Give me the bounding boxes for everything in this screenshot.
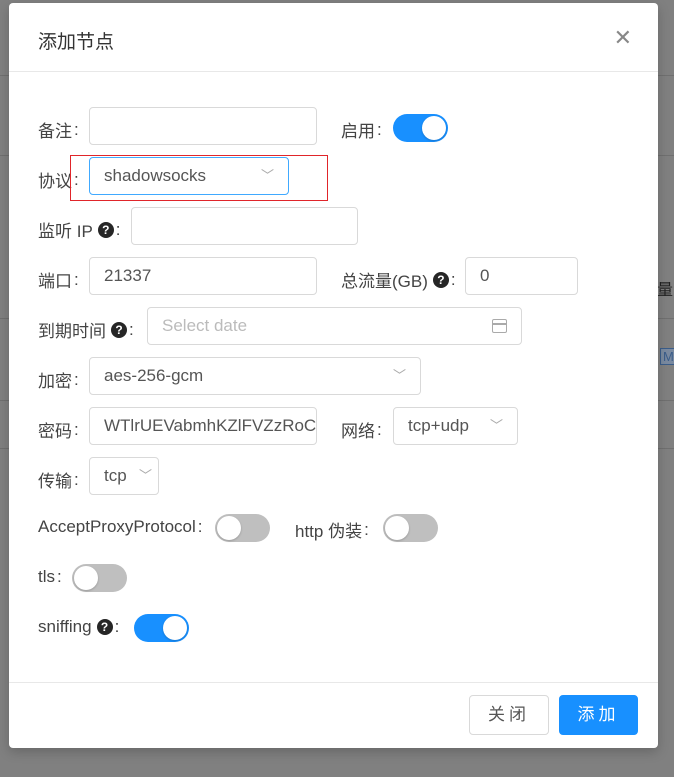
enable-label: 启用:	[341, 119, 382, 142]
switch-knob	[422, 116, 446, 140]
port-label: 端口:	[38, 269, 79, 292]
transport-select[interactable]: tcp ﹀	[89, 457, 159, 495]
background-tag: M	[660, 348, 674, 365]
question-circle-icon[interactable]: ?	[97, 221, 114, 238]
total-traffic-input[interactable]: 0	[465, 257, 578, 295]
network-label: 网络:	[341, 419, 382, 442]
sniffing-switch[interactable]	[134, 614, 189, 642]
expiry-placeholder: Select date	[162, 316, 248, 335]
remark-label: 备注:	[38, 119, 79, 142]
modal-footer: 关闭 添加	[9, 682, 658, 748]
tls-switch[interactable]	[72, 564, 127, 592]
modal-title: 添加节点	[38, 32, 115, 53]
password-input[interactable]: WTlrUEVabmhKZlFVZzRoC	[89, 407, 317, 445]
encryption-value: aes-256-gcm	[104, 366, 204, 385]
switch-knob	[217, 516, 241, 540]
protocol-select[interactable]: shadowsocks ﹀	[89, 157, 289, 195]
expiry-date-picker[interactable]: Select date	[147, 307, 522, 345]
calendar-icon	[492, 319, 507, 333]
modal-header: 添加节点 ✕	[9, 3, 658, 72]
background-text: 量	[657, 282, 674, 299]
transport-label: 传输:	[38, 469, 79, 492]
total-traffic-label: 总流量(GB)?:	[341, 269, 456, 292]
question-circle-icon[interactable]: ?	[432, 271, 449, 288]
tls-label: tls:	[38, 567, 62, 586]
encryption-label: 加密:	[38, 369, 79, 392]
question-circle-icon[interactable]: ?	[96, 619, 113, 635]
encryption-select[interactable]: aes-256-gcm ﹀	[89, 357, 421, 395]
close-button[interactable]: 关闭	[469, 695, 549, 735]
network-value: tcp+udp	[408, 416, 469, 435]
expiry-label: 到期时间?:	[38, 319, 134, 342]
sniffing-label: sniffing?:	[38, 617, 120, 636]
question-circle-icon[interactable]: ?	[111, 321, 127, 338]
chevron-down-icon: ﹀	[392, 368, 406, 383]
http-disguise-switch[interactable]	[383, 514, 438, 542]
listen-ip-input[interactable]	[131, 207, 358, 245]
switch-knob	[74, 566, 98, 590]
chevron-down-icon: ﹀	[489, 418, 503, 433]
enable-switch[interactable]	[393, 114, 448, 142]
protocol-label: 协议:	[38, 169, 79, 192]
accept-proxy-protocol-label: AcceptProxyProtocol:	[38, 517, 203, 536]
http-disguise-label: http 伪装:	[295, 519, 369, 542]
protocol-value: shadowsocks	[104, 166, 207, 185]
switch-knob	[163, 616, 187, 640]
password-label: 密码:	[38, 419, 79, 442]
network-select[interactable]: tcp+udp ﹀	[393, 407, 518, 445]
close-icon[interactable]: ✕	[614, 27, 632, 49]
add-node-modal: 添加节点 ✕ 备注: 启用: 协议: shadowsocks ﹀ 监听 IP?:…	[9, 3, 658, 748]
listen-ip-label: 监听 IP?:	[38, 219, 121, 242]
remark-input[interactable]	[89, 107, 317, 145]
switch-knob	[385, 516, 409, 540]
add-button[interactable]: 添加	[559, 695, 638, 735]
port-input[interactable]: 21337	[89, 257, 317, 295]
chevron-down-icon: ﹀	[260, 168, 274, 183]
transport-value: tcp	[104, 466, 127, 485]
accept-proxy-protocol-switch[interactable]	[215, 514, 270, 542]
chevron-down-icon: ﹀	[138, 468, 152, 483]
